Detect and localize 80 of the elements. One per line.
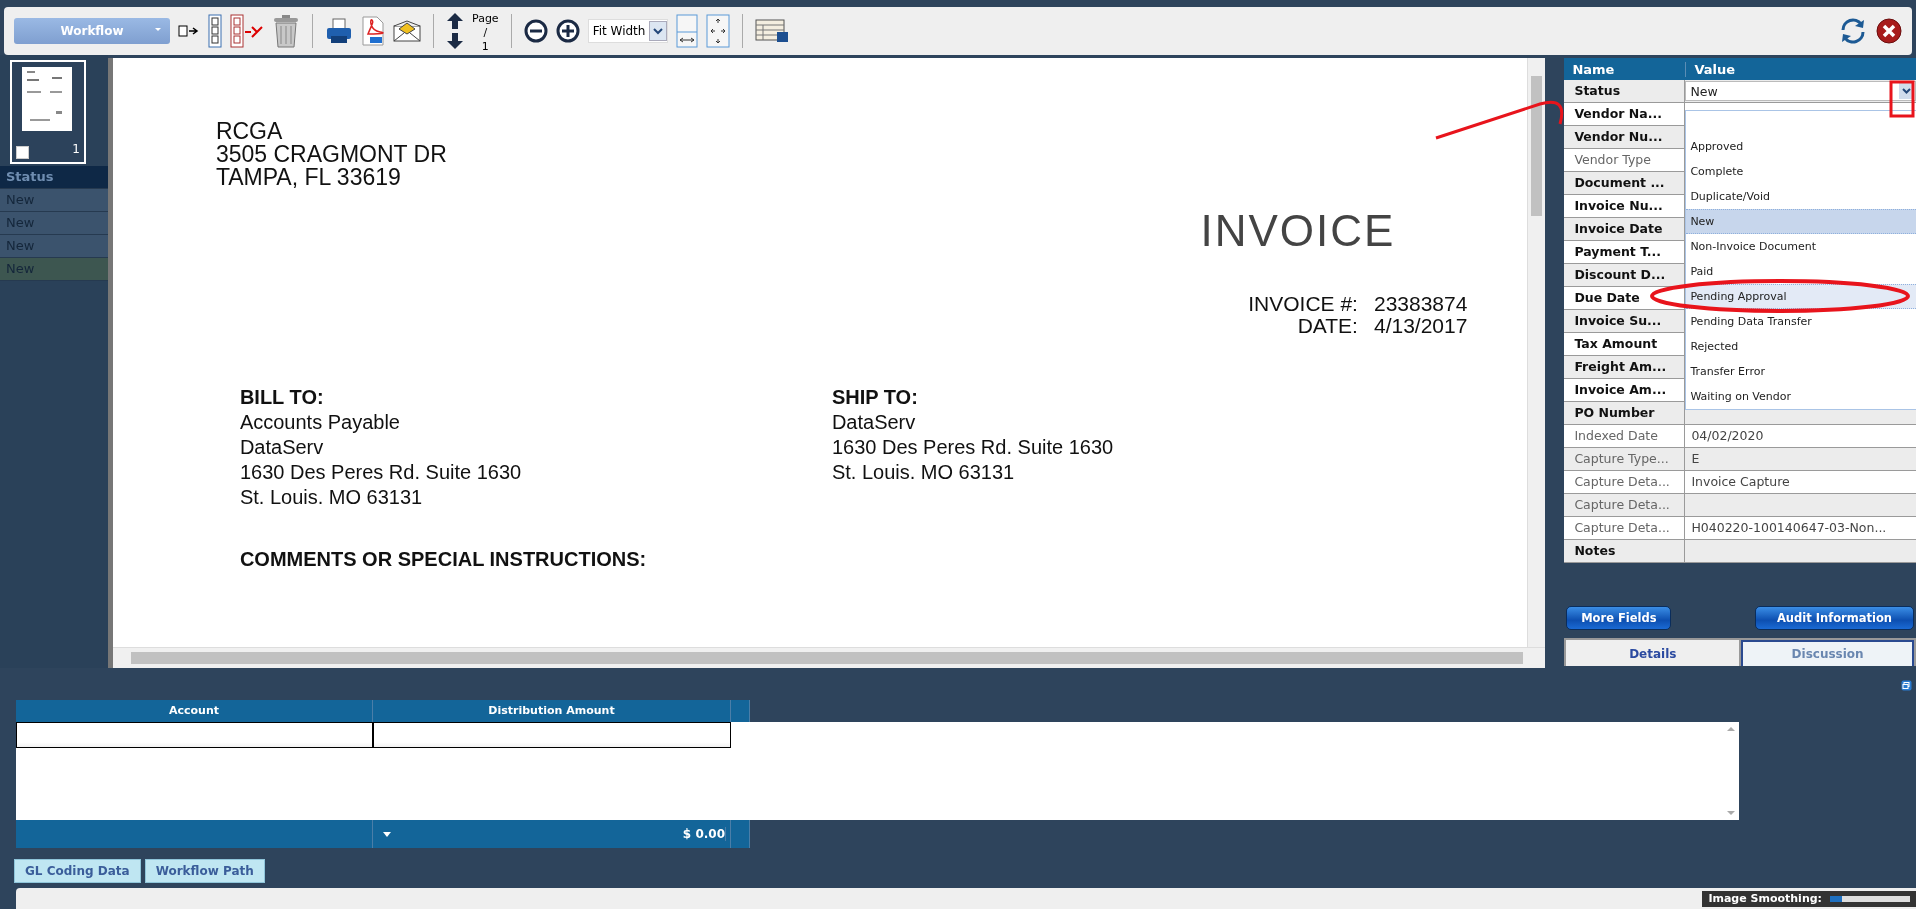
field-value: H040220-100140647-03-Non... xyxy=(1690,519,1888,537)
account-field[interactable] xyxy=(16,722,373,748)
field-name: Capture Deta... xyxy=(1564,471,1686,493)
tab[interactable]: GL Coding Data xyxy=(14,859,141,883)
page-number: 1 xyxy=(481,40,489,54)
address-line: DataServ xyxy=(239,436,324,458)
page-checkbox[interactable] xyxy=(16,146,29,159)
page-label: Page xyxy=(472,12,499,26)
dropdown-option[interactable]: Pending Data Transfer xyxy=(1686,309,1916,334)
address-line: St. Louis. MO 63131 xyxy=(831,461,1015,483)
page-separator: / xyxy=(483,26,488,40)
section-heading: COMMENTS OR SPECIAL INSTRUCTIONS: xyxy=(239,548,647,570)
tab[interactable]: Workflow Path xyxy=(144,859,265,883)
zoom-select[interactable]: Fit Width xyxy=(587,19,669,43)
more-fields-button[interactable]: More Fields xyxy=(1566,606,1672,630)
audit-information-button[interactable]: Audit Information xyxy=(1755,606,1914,630)
page-number: 1 xyxy=(72,142,80,156)
tab[interactable]: Details xyxy=(1566,640,1740,666)
page-thumbnail[interactable]: 1 xyxy=(10,60,86,164)
column-header: Status xyxy=(0,166,108,189)
dropdown-option[interactable]: Rejected xyxy=(1686,334,1916,359)
field-value: 23383874 xyxy=(1373,293,1468,315)
caret-down-icon[interactable] xyxy=(383,831,391,837)
field-name: Indexed Date xyxy=(1564,425,1686,447)
total-amount: $ 0.00 xyxy=(682,827,726,841)
field-name: Capture Deta... xyxy=(1564,494,1686,516)
field-name: Notes xyxy=(1564,540,1686,562)
dropdown-option[interactable]: Duplicate/Void xyxy=(1686,184,1916,209)
pages-icon[interactable] xyxy=(208,14,222,48)
dropdown-option[interactable]: New xyxy=(1686,209,1916,234)
address-line: 1630 Des Peres Rd. Suite 1630 xyxy=(239,461,522,483)
column-header: Value xyxy=(1685,61,1916,77)
image-smoothing-label: Image Smoothing: xyxy=(1708,892,1822,905)
address-line: DataServ xyxy=(831,411,916,433)
address-line: 1630 Des Peres Rd. Suite 1630 xyxy=(831,436,1114,458)
pdf-icon[interactable] xyxy=(361,16,385,46)
status-dropdown[interactable]: New xyxy=(1685,81,1916,101)
address-line: Accounts Payable xyxy=(239,411,400,433)
horizontal-scrollbar[interactable] xyxy=(112,647,1546,668)
zoom-in-icon[interactable] xyxy=(555,19,580,43)
section-heading: SHIP TO: xyxy=(831,386,918,408)
dropdown-option[interactable]: Non-Invoice Document xyxy=(1686,234,1916,259)
email-icon[interactable] xyxy=(393,20,421,42)
field-label: DATE: xyxy=(1296,315,1358,337)
dropdown-option[interactable]: Waiting on Vendor xyxy=(1686,384,1916,409)
field-name: Capture Type... xyxy=(1564,448,1686,470)
layout-icon[interactable] xyxy=(755,18,790,44)
address-line: RCGA xyxy=(215,120,284,143)
print-icon[interactable] xyxy=(325,17,353,45)
field-value: 4/13/2017 xyxy=(1373,315,1468,337)
dropdown-option[interactable]: Complete xyxy=(1686,159,1916,184)
section-heading: BILL TO: xyxy=(239,386,324,408)
address-line: 3505 CRAGMONT DR xyxy=(215,143,448,166)
field-value: 04/02/2020 xyxy=(1690,427,1765,445)
field-value: E xyxy=(1690,450,1701,468)
vertical-scrollbar[interactable] xyxy=(1527,58,1546,647)
dropdown-option[interactable]: Paid xyxy=(1686,259,1916,284)
field-value: Invoice Capture xyxy=(1690,473,1791,491)
field-name: Capture Deta... xyxy=(1564,517,1686,539)
highlight-rectangle xyxy=(1889,80,1915,118)
dropdown-option[interactable]: Approved xyxy=(1686,134,1916,159)
close-icon[interactable] xyxy=(1876,18,1902,44)
image-smoothing-slider[interactable] xyxy=(1830,895,1910,902)
delete-pages-icon[interactable] xyxy=(230,14,264,48)
fit-width-icon[interactable] xyxy=(676,14,699,48)
invoice-title: INVOICE xyxy=(1200,206,1396,255)
address-line: St. Louis. MO 63131 xyxy=(239,486,423,508)
chevron-down-icon xyxy=(1902,88,1911,94)
restore-window-icon[interactable] xyxy=(1901,680,1912,691)
zoom-out-icon[interactable] xyxy=(523,19,548,43)
chevron-down-icon xyxy=(653,27,664,35)
field-label: INVOICE #: xyxy=(1248,293,1358,315)
amount-field[interactable] xyxy=(373,722,731,748)
address-line: TAMPA, FL 33619 xyxy=(215,166,402,189)
column-header: Name xyxy=(1571,61,1616,77)
trash-icon[interactable] xyxy=(272,14,300,48)
up-down-arrows-icon[interactable] xyxy=(446,12,464,50)
caret-down-icon xyxy=(154,25,162,33)
dropdown-option[interactable]: Transfer Error xyxy=(1686,359,1916,384)
fit-page-icon[interactable] xyxy=(706,14,731,48)
